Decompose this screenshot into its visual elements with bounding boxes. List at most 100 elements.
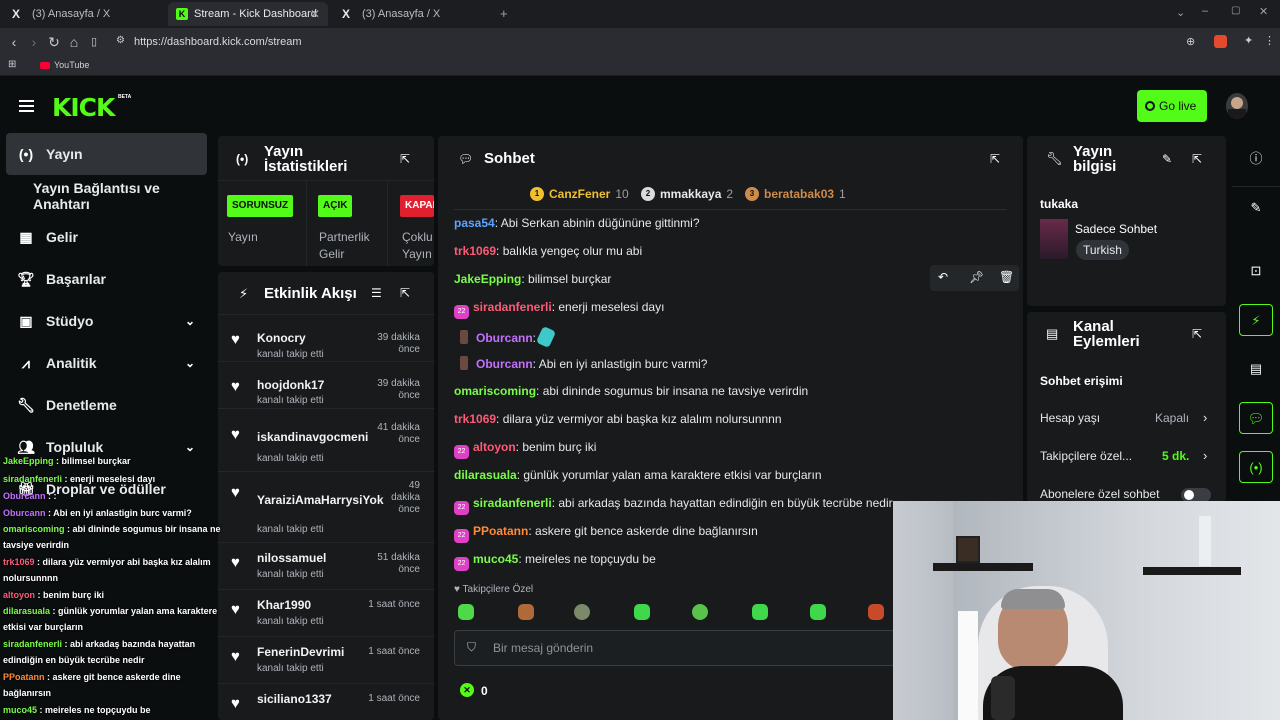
top-gifter[interactable]: 1 CanzFener 10: [530, 187, 629, 201]
popout-icon[interactable]: ⇱: [400, 286, 410, 300]
extensions-icon[interactable]: ✦: [1244, 34, 1253, 47]
reload-icon[interactable]: ↻: [46, 34, 62, 50]
info-icon[interactable]: ⓘ: [1239, 143, 1273, 175]
apps-icon[interactable]: ⊞: [8, 59, 16, 70]
browser-tab[interactable]: X (3) Anasayfa / X: [4, 2, 164, 26]
chat-username[interactable]: PPoatann: [473, 524, 528, 538]
subscribers-only-toggle[interactable]: [1181, 488, 1211, 502]
browser-tab-active[interactable]: K Stream - Kick Dashboard ✕: [168, 2, 328, 26]
lightning-icon[interactable]: ⚡︎: [1239, 304, 1273, 336]
chat-username[interactable]: altoyon: [473, 440, 516, 454]
edit-icon[interactable]: ✎: [1162, 152, 1172, 166]
menu-icon[interactable]: [19, 100, 34, 112]
activity-user[interactable]: YaraiziAmaHarrysiYok: [257, 493, 384, 507]
sidebar-item-studyo[interactable]: ▣ Stüdyo ⌄: [6, 300, 207, 342]
chat-message[interactable]: Oburcann:: [454, 325, 557, 349]
chat-message[interactable]: JakeEpping: bilimsel burçkar: [454, 272, 611, 286]
activity-user[interactable]: Khar1990: [257, 598, 311, 612]
broadcast-icon[interactable]: (•): [1239, 451, 1273, 483]
emote-icon[interactable]: [574, 604, 590, 620]
chat-message[interactable]: pasa54: Abi Serkan abinin düğününe gitti…: [454, 216, 700, 230]
chat-message[interactable]: 22 siradanfenerli: abi arkadaş bazında ha…: [454, 496, 894, 515]
popout-icon[interactable]: ⇱: [400, 152, 410, 166]
chat-message[interactable]: 22 PPoatann: askere git bence askerde din…: [454, 524, 758, 543]
setting-value[interactable]: Kapalı: [1155, 411, 1189, 425]
chat-username[interactable]: Oburcann: [476, 357, 533, 371]
minimize-icon[interactable]: –: [1202, 5, 1208, 17]
window-close-icon[interactable]: ✕: [1259, 5, 1268, 18]
emote-icon[interactable]: [634, 604, 650, 620]
activity-user[interactable]: hoojdonk17: [257, 378, 324, 392]
sidebar-item-yayin[interactable]: (•) Yayın: [6, 133, 207, 175]
emote-icon[interactable]: [518, 604, 534, 620]
activity-user[interactable]: siciliano1337: [257, 692, 332, 706]
popout-icon[interactable]: ⇱: [990, 152, 1000, 166]
edit-icon[interactable]: ✎: [1239, 192, 1273, 224]
tab-list-icon[interactable]: ⌄: [1176, 6, 1185, 19]
maximize-icon[interactable]: ▢: [1231, 5, 1240, 16]
chat-icon[interactable]: 💬︎: [1239, 402, 1273, 434]
activity-user[interactable]: Konocry: [257, 331, 306, 345]
chat-username[interactable]: siradanfenerli: [473, 300, 552, 314]
sidebar-item-gelir[interactable]: ▦ Gelir: [6, 216, 207, 258]
back-icon[interactable]: ‹: [6, 34, 22, 50]
emote-icon[interactable]: [810, 604, 826, 620]
browser-tab[interactable]: X (3) Anasayfa / X: [334, 2, 494, 26]
chat-message[interactable]: trk1069: dilara yüz vermiyor abi başka k…: [454, 412, 782, 426]
chat-username[interactable]: JakeEpping: [454, 272, 521, 286]
emote-icon[interactable]: [752, 604, 768, 620]
activity-user[interactable]: nilossamuel: [257, 551, 326, 565]
close-tab-icon[interactable]: ✕: [310, 7, 320, 21]
sidebar-item-stream-key[interactable]: Yayın Bağlantısı ve Anahtarı: [33, 175, 213, 217]
chat-message[interactable]: 22 altoyon: benim burç iki: [454, 440, 596, 459]
forward-icon[interactable]: ›: [26, 34, 42, 50]
chat-username[interactable]: trk1069: [454, 244, 496, 258]
new-tab-icon[interactable]: +: [500, 6, 508, 21]
setting-value[interactable]: 5 dk.: [1162, 449, 1189, 463]
emote-icon[interactable]: [458, 604, 474, 620]
sidebar-item-basarilar[interactable]: 🏆︎ Başarılar: [6, 258, 207, 300]
sidebar-item-denetleme[interactable]: 🔧︎ Denetleme: [6, 384, 207, 426]
screenshot-icon[interactable]: ⊡: [1239, 255, 1273, 287]
chat-message[interactable]: 22 siradanfenerli: enerji meselesi dayı: [454, 300, 664, 319]
emote-icon[interactable]: [868, 604, 884, 620]
go-live-button[interactable]: Go live: [1137, 90, 1207, 122]
top-gifter[interactable]: 3 beratabak03 1: [745, 187, 846, 201]
category-name[interactable]: Sadece Sohbet: [1075, 222, 1157, 236]
sidebar-item-analitik[interactable]: ⩘ Analitik ⌄: [6, 342, 207, 384]
chat-username[interactable]: omariscoming: [454, 384, 536, 398]
chat-message[interactable]: omariscoming: abi dininde sogumus bir in…: [454, 384, 808, 398]
points-icon[interactable]: ✕: [460, 683, 474, 697]
home-icon[interactable]: ⌂: [66, 34, 82, 50]
url-field[interactable]: https://dashboard.kick.com/stream: [110, 33, 1210, 51]
pin-icon[interactable]: 📌︎: [969, 270, 984, 284]
avatar[interactable]: [1226, 93, 1248, 119]
document-icon[interactable]: ▤: [1239, 353, 1273, 385]
emote-icon[interactable]: [692, 604, 708, 620]
chat-message[interactable]: 22 muco45: meireles ne topçuydu be: [454, 552, 656, 571]
extension-icon[interactable]: [1214, 35, 1227, 48]
delete-icon[interactable]: 🗑︎: [999, 270, 1014, 284]
chat-username[interactable]: siradanfenerli: [473, 496, 552, 510]
chat-username[interactable]: dilarasuala: [454, 468, 517, 482]
chevron-right-icon[interactable]: ›: [1203, 410, 1207, 425]
bookmark-icon[interactable]: ▯: [86, 34, 102, 50]
chat-username[interactable]: muco45: [473, 552, 518, 566]
bookmark-youtube[interactable]: YouTube: [40, 60, 89, 70]
chat-message[interactable]: dilarasuala: günlük yorumlar yalan ama k…: [454, 468, 822, 482]
menu-icon[interactable]: ⋮: [1264, 34, 1275, 47]
popout-icon[interactable]: ⇱: [1192, 152, 1202, 166]
zoom-icon[interactable]: ⊕: [1186, 35, 1195, 48]
activity-user[interactable]: iskandinavgocmeni: [257, 430, 368, 444]
reply-icon[interactable]: ↶: [938, 270, 948, 284]
chat-username[interactable]: pasa54: [454, 216, 495, 230]
top-gifter[interactable]: 2 mmakkaya 2: [641, 187, 733, 201]
chat-message[interactable]: trk1069: balıkla yengeç olur mu abi: [454, 244, 642, 258]
kick-logo[interactable]: KICK: [52, 93, 115, 122]
chevron-right-icon[interactable]: ›: [1203, 448, 1207, 463]
filter-icon[interactable]: ☰: [371, 286, 382, 300]
chat-message[interactable]: Oburcann: Abi en iyi anlastigin burc var…: [454, 356, 707, 371]
chat-username[interactable]: trk1069: [454, 412, 496, 426]
activity-user[interactable]: FenerinDevrimi: [257, 645, 344, 659]
chat-username[interactable]: Oburcann: [476, 331, 533, 345]
